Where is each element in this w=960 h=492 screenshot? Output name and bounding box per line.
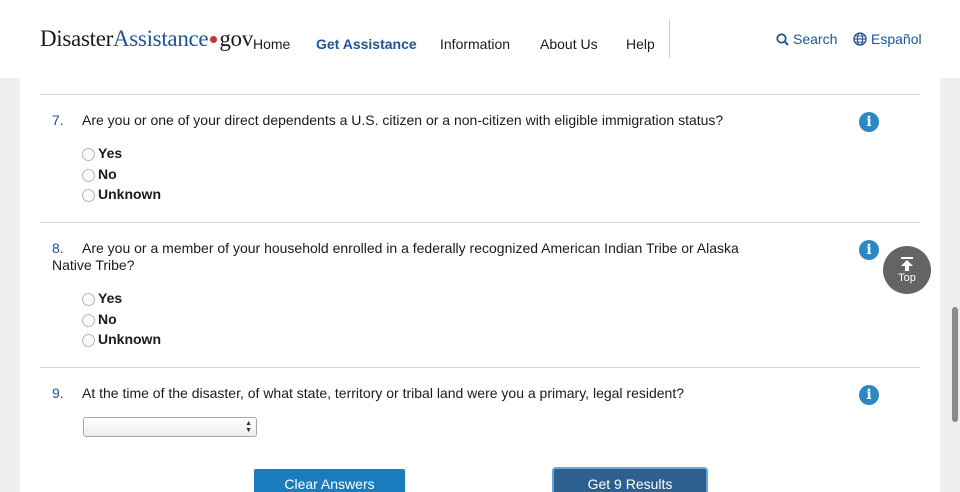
question-number: 9. (52, 385, 64, 401)
globe-icon (853, 32, 867, 46)
radio-label: No (98, 166, 117, 182)
arrow-up-icon (901, 257, 913, 271)
question-8: 8. Are you or a member of your household … (52, 240, 772, 274)
question-7: 7. Are you or one of your direct dependen… (52, 112, 812, 129)
nav-about-us[interactable]: About Us (540, 36, 598, 52)
logo-text-disaster: Disaster (40, 26, 113, 51)
info-icon[interactable]: i (859, 240, 879, 260)
radio-option-yes[interactable]: Yes (82, 289, 122, 307)
site-header: DisasterAssistance gov Home Get Assistanc… (0, 0, 960, 78)
divider (40, 367, 920, 368)
info-icon[interactable]: i (859, 385, 879, 405)
scrollbar-thumb[interactable] (952, 307, 958, 422)
residence-select[interactable]: ▲ ▼ (83, 417, 257, 437)
question-text: Are you or one of your direct dependents… (82, 112, 724, 128)
radio-label: Unknown (98, 331, 161, 347)
info-icon[interactable]: i (859, 112, 879, 132)
radio-label: No (98, 311, 117, 327)
radio-button[interactable] (82, 292, 95, 306)
language-link[interactable]: Español (853, 31, 922, 47)
radio-button[interactable] (82, 188, 95, 202)
get-results-button[interactable]: Get 9 Results (554, 469, 706, 492)
question-text: Are you or a member of your household en… (52, 240, 739, 273)
question-number: 7. (52, 112, 64, 128)
back-to-top-label: Top (898, 272, 916, 284)
radio-label: Yes (98, 145, 123, 161)
divider (40, 94, 920, 95)
radio-option-no[interactable]: No (82, 165, 117, 183)
site-logo[interactable]: DisasterAssistance gov (40, 26, 253, 52)
radio-option-unknown[interactable]: Unknown (82, 185, 161, 203)
radio-option-yes[interactable]: Yes (82, 144, 122, 162)
search-link[interactable]: Search (776, 31, 837, 47)
logo-dot-icon (210, 36, 218, 44)
nav-help[interactable]: Help (626, 36, 655, 52)
radio-button[interactable] (82, 313, 95, 327)
nav-information[interactable]: Information (440, 36, 510, 52)
question-number: 8. (52, 240, 64, 256)
nav-home[interactable]: Home (253, 36, 290, 52)
clear-answers-button[interactable]: Clear Answers (254, 469, 405, 492)
radio-button[interactable] (82, 333, 95, 347)
radio-option-unknown[interactable]: Unknown (82, 330, 161, 348)
radio-label: Yes (98, 290, 123, 306)
language-label: Español (871, 31, 922, 47)
divider (40, 222, 920, 223)
logo-text-assistance: Assistance (112, 26, 209, 51)
back-to-top-button[interactable]: Top (883, 246, 931, 294)
radio-button[interactable] (82, 168, 95, 182)
nav-get-assistance[interactable]: Get Assistance (316, 36, 417, 52)
question-text: At the time of the disaster, of what sta… (82, 385, 685, 401)
radio-button[interactable] (82, 147, 95, 161)
search-label: Search (793, 31, 838, 47)
radio-option-no[interactable]: No (82, 310, 117, 328)
search-icon (776, 32, 789, 46)
radio-label: Unknown (98, 186, 161, 202)
select-arrows-icon: ▲ ▼ (245, 420, 252, 434)
question-9: 9. At the time of the disaster, of what s… (52, 385, 812, 402)
logo-text-gov: gov (219, 26, 253, 51)
nav-divider (669, 19, 670, 58)
